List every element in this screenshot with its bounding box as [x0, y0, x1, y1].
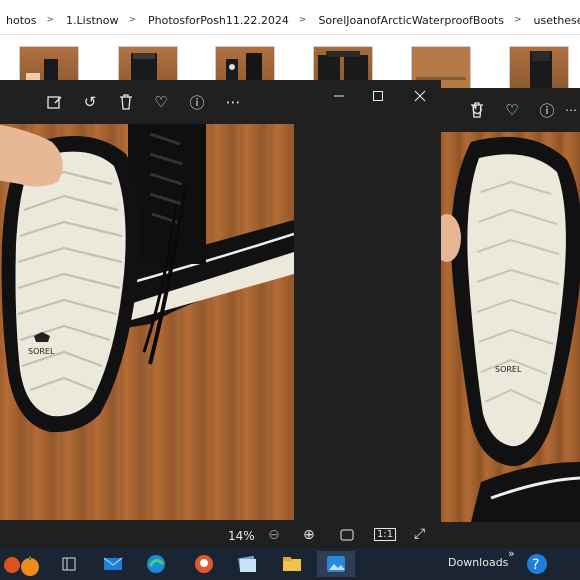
file-explorer-icon[interactable] [278, 551, 306, 577]
info-icon[interactable]: ⓘ [536, 99, 558, 121]
photos-stack-icon[interactable] [233, 551, 261, 577]
breadcrumb-item[interactable]: PhotosforPosh11.22.2024 [142, 14, 293, 27]
file-thumbnail[interactable] [509, 46, 569, 90]
chevron-right-icon: > [298, 15, 307, 25]
fit-to-window-icon[interactable] [340, 529, 354, 544]
zoom-bar: 14% ⊖ ⊕ 1:1 ⤢ [0, 524, 441, 550]
help-icon[interactable]: ? [523, 551, 551, 577]
minimize-icon[interactable] [328, 85, 350, 107]
breadcrumb-item[interactable]: hotos [0, 14, 40, 27]
photos-viewer-window-secondary[interactable]: SOREL [441, 88, 580, 550]
boot-sole-photo: SOREL [0, 124, 294, 520]
zoom-out-icon[interactable]: ⊖ [268, 527, 280, 543]
edit-icon[interactable] [44, 91, 66, 113]
weather-pumpkin-icon[interactable] [0, 551, 44, 577]
sorel-logo: SOREL [28, 347, 55, 356]
delete-icon[interactable] [115, 91, 137, 113]
more-icon[interactable]: ⋯ [222, 91, 244, 113]
svg-text:?: ? [532, 557, 539, 573]
sorel-logo: SOREL [495, 365, 522, 374]
breadcrumb-item[interactable]: SorelJoanofArcticWaterproofBoots [312, 14, 508, 27]
photos-viewer-window[interactable]: SOREL [0, 80, 441, 550]
task-view-icon[interactable] [55, 551, 83, 577]
chevron-right-icon: > [128, 15, 136, 25]
chevron-right-icon: > [513, 15, 522, 25]
maximize-icon[interactable] [367, 85, 389, 107]
favorite-icon[interactable]: ♡ [150, 91, 172, 113]
actual-size-button[interactable]: 1:1 [374, 528, 397, 541]
mail-icon[interactable] [99, 551, 127, 577]
duckduckgo-icon[interactable] [190, 551, 218, 577]
breadcrumb-item[interactable]: 1.Listnow [60, 14, 122, 27]
edge-browser-icon[interactable] [142, 551, 170, 577]
fullscreen-icon[interactable]: ⤢ [414, 526, 425, 542]
photos-app-icon[interactable] [317, 551, 355, 577]
chevron-right-icon: > [46, 15, 55, 25]
delete-icon[interactable] [466, 99, 488, 121]
toolbar-overflow-chevron[interactable]: » [508, 547, 515, 560]
favorite-icon[interactable]: ♡ [501, 99, 523, 121]
boot-sole-photo: SOREL [441, 132, 580, 522]
breadcrumb-item[interactable]: usethese [528, 14, 580, 27]
toolbar-divider [0, 34, 580, 35]
zoom-level: 14% [228, 529, 255, 543]
info-icon[interactable]: ⓘ [186, 91, 208, 113]
downloads-toolbar-label[interactable]: Downloads [448, 556, 508, 569]
rotate-icon[interactable]: ↺ [79, 91, 101, 113]
file-explorer-window: hotos > 1.Listnow > PhotosforPosh11.22.2… [0, 0, 580, 90]
breadcrumb: hotos > 1.Listnow > PhotosforPosh11.22.2… [0, 9, 580, 31]
zoom-in-icon[interactable]: ⊕ [303, 527, 315, 543]
more-icon[interactable]: ⋯ [560, 99, 580, 121]
close-icon[interactable] [409, 85, 431, 107]
